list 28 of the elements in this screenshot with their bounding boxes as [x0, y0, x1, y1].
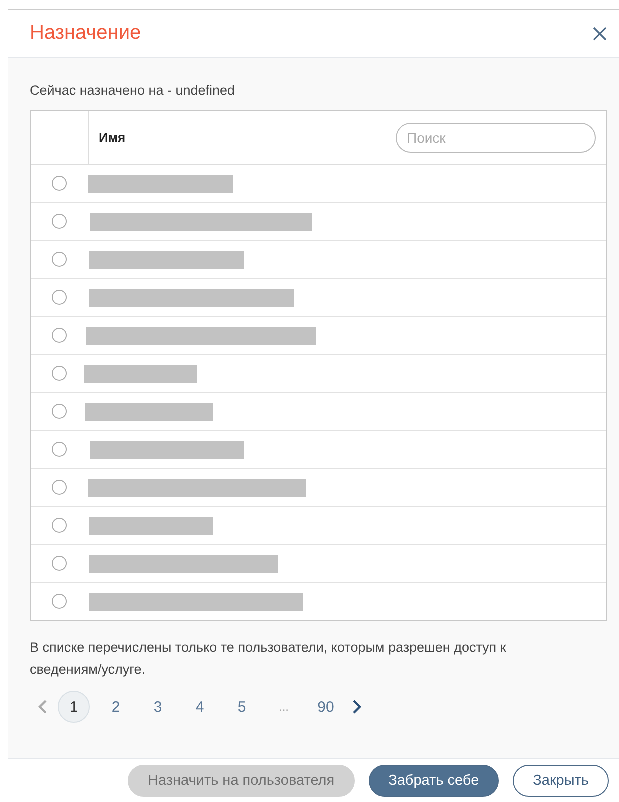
radio-button[interactable]: [52, 480, 67, 495]
current-assignee-text: Сейчас назначено на - undefined: [30, 83, 236, 98]
radio-button[interactable]: [52, 176, 67, 191]
column-header: Имя: [99, 130, 126, 145]
note-text: В списке перечислены только те пользователи, которым разрешен доступ к сведениям/услуге.: [30, 639, 508, 679]
search-field[interactable]: Поиск: [396, 122, 596, 152]
page-link[interactable]: 5: [226, 691, 258, 723]
radio-button[interactable]: [52, 252, 67, 267]
radio-button[interactable]: [52, 594, 67, 609]
radio-button[interactable]: [52, 290, 67, 305]
radio-button[interactable]: [52, 214, 67, 229]
radio-button[interactable]: [52, 366, 67, 381]
radio-button[interactable]: [52, 442, 67, 457]
close-icon[interactable]: [593, 26, 607, 40]
dialog-title: Назначение: [30, 22, 142, 45]
page-link[interactable]: 90: [310, 691, 342, 723]
page-link[interactable]: 2: [100, 691, 132, 723]
radio-button[interactable]: [52, 328, 67, 343]
page-link[interactable]: 4: [184, 691, 216, 723]
radio-button[interactable]: [52, 404, 67, 419]
chevron-right-icon[interactable]: [352, 700, 362, 714]
radio-button[interactable]: [52, 518, 67, 533]
footer-button[interactable]: Закрыть: [513, 765, 609, 797]
page-link[interactable]: 3: [142, 691, 174, 723]
footer-button[interactable]: Забрать себе: [368, 765, 500, 797]
page-link[interactable]: 1: [58, 691, 90, 723]
page-ellipsis: ...: [278, 699, 290, 716]
radio-button[interactable]: [52, 556, 67, 571]
